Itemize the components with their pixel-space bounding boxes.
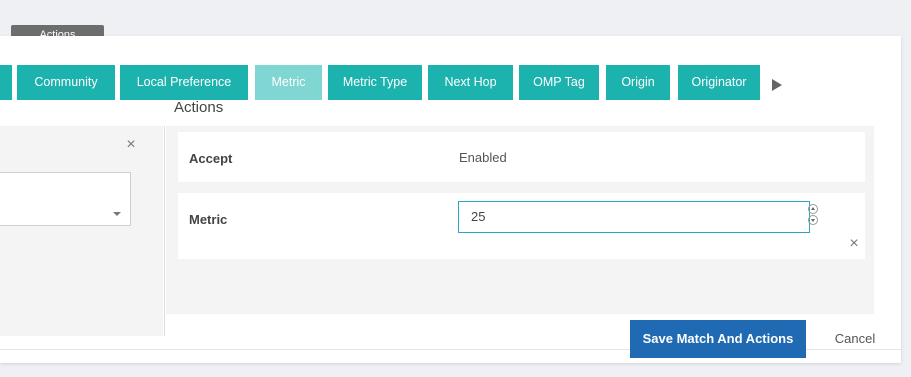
accept-value: Enabled — [459, 150, 507, 165]
tab-metric-type[interactable]: Metric Type — [328, 65, 422, 100]
metric-label: Metric — [189, 212, 228, 227]
close-icon[interactable]: × — [847, 236, 861, 252]
panel-divider — [164, 126, 165, 336]
metric-row: Metric 25 — [178, 193, 865, 259]
cancel-button[interactable]: Cancel — [823, 320, 887, 358]
actions-panel-title: Actions — [174, 99, 224, 116]
match-select[interactable] — [0, 172, 131, 226]
accept-row: Accept Enabled — [178, 132, 865, 182]
tab-metric[interactable]: Metric — [255, 65, 322, 100]
spinner-down-icon[interactable] — [808, 215, 818, 225]
tab-origin[interactable]: Origin — [606, 65, 670, 100]
chevron-down-icon[interactable] — [113, 212, 121, 216]
tab-local-preference[interactable]: Local Preference — [120, 65, 248, 100]
tab-originator[interactable]: Originator — [678, 65, 760, 100]
close-icon[interactable]: × — [124, 137, 138, 153]
number-spinner-icon[interactable] — [808, 203, 820, 229]
spinner-up-icon[interactable] — [808, 204, 818, 214]
save-match-and-actions-button[interactable]: Save Match And Actions — [630, 320, 806, 358]
action-type-tabbar: Community Local Preference Metric Metric… — [0, 65, 800, 100]
tab-next-hop[interactable]: Next Hop — [428, 65, 513, 100]
metric-input[interactable]: 25 — [458, 201, 810, 233]
tab-community[interactable]: Community — [17, 65, 115, 100]
match-panel — [0, 126, 163, 336]
tab-omp-tag[interactable]: OMP Tag — [519, 65, 599, 100]
accept-label: Accept — [189, 151, 233, 166]
triangle-right-icon[interactable] — [772, 79, 782, 91]
tab-partial[interactable] — [0, 65, 12, 100]
